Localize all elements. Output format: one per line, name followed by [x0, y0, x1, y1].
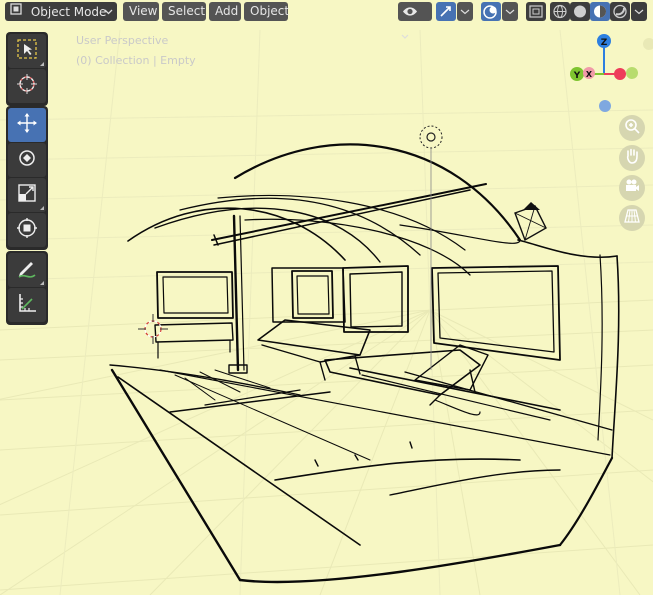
chevron-down-icon — [401, 27, 409, 52]
toolbar-transform-group — [6, 106, 48, 250]
gizmo-arrow-icon — [436, 2, 456, 27]
shading-rendered[interactable] — [610, 2, 630, 21]
pan-hand-icon — [623, 147, 641, 169]
tool-cursor[interactable] — [8, 69, 46, 103]
shading-solid[interactable] — [570, 2, 590, 21]
tool-scale[interactable] — [8, 178, 46, 212]
tool-select-box[interactable] — [8, 34, 46, 68]
camera-view-button[interactable] — [619, 175, 645, 201]
shading-material[interactable] — [590, 2, 610, 21]
tool-transform[interactable] — [8, 213, 46, 247]
shading-dropdown[interactable] — [631, 2, 647, 21]
xray-icon — [526, 2, 546, 27]
grease-pencil-sketch[interactable] — [0, 0, 653, 595]
cursor-icon — [15, 72, 39, 100]
chevron-down-icon — [104, 2, 113, 27]
object-mode-icon — [9, 2, 23, 22]
camera-icon — [623, 177, 641, 199]
collection-label: (0) Collection | Empty — [76, 54, 196, 67]
tool-annotate[interactable] — [8, 253, 46, 287]
gizmo-z-label: Z — [601, 38, 608, 48]
menu-object[interactable]: Object — [244, 2, 289, 21]
solid-sphere-icon — [570, 2, 590, 27]
navigation-gizmo[interactable]: Z Y X — [560, 30, 653, 120]
annotate-icon — [15, 256, 39, 284]
viewport-header: Object Mode View Select Add Object — [0, 0, 653, 39]
visibility-dropdown[interactable] — [398, 2, 432, 39]
overlays-toggle[interactable] — [481, 2, 501, 21]
grid-ortho-icon — [623, 207, 641, 229]
xray-toggle[interactable] — [526, 2, 546, 21]
chevron-down-icon — [457, 2, 473, 27]
empty-object[interactable] — [419, 125, 443, 370]
gizmo-neg-y — [626, 67, 638, 79]
gizmo-x-axis — [614, 68, 626, 80]
scale-icon — [15, 181, 39, 209]
pan-button[interactable] — [619, 145, 645, 171]
wireframe-sphere-icon — [550, 2, 570, 27]
tool-move[interactable] — [8, 108, 46, 142]
transform-icon — [15, 216, 39, 244]
ortho-toggle-button[interactable] — [619, 205, 645, 231]
3d-viewport[interactable]: User Perspective (0) Collection | Empty … — [0, 0, 653, 595]
shading-wireframe[interactable] — [550, 2, 570, 21]
tool-rotate[interactable] — [8, 143, 46, 177]
perspective-label: User Perspective — [76, 34, 169, 47]
rendered-sphere-icon — [610, 2, 630, 27]
mode-selector[interactable]: Object Mode — [5, 2, 117, 21]
toolbar-select-group — [6, 32, 48, 106]
camera-object[interactable] — [514, 202, 547, 242]
toolbar-annotate-group — [6, 251, 48, 325]
gizmo-x-label: X — [586, 70, 593, 79]
menu-view[interactable]: View — [123, 2, 159, 21]
gizmo-neg-z — [599, 100, 611, 112]
gizmo-toggle[interactable] — [436, 2, 456, 21]
tool-measure[interactable] — [8, 288, 46, 322]
move-icon — [15, 111, 39, 139]
menu-select[interactable]: Select — [162, 2, 206, 21]
gizmo-dropdown[interactable] — [457, 2, 473, 21]
mode-label: Object Mode — [30, 4, 107, 19]
zoom-button[interactable] — [619, 115, 645, 141]
rotate-icon — [15, 146, 39, 174]
material-sphere-icon — [590, 2, 610, 27]
zoom-icon — [623, 117, 641, 139]
gizmo-y-label: Y — [573, 71, 581, 81]
overlays-dropdown[interactable] — [502, 2, 518, 21]
select-box-icon — [15, 37, 39, 65]
eye-icon — [401, 2, 419, 27]
chevron-down-icon — [631, 2, 647, 27]
overlays-icon — [481, 2, 501, 27]
measure-icon — [15, 291, 39, 319]
menu-add[interactable]: Add — [209, 2, 241, 21]
chevron-down-icon — [502, 2, 518, 27]
